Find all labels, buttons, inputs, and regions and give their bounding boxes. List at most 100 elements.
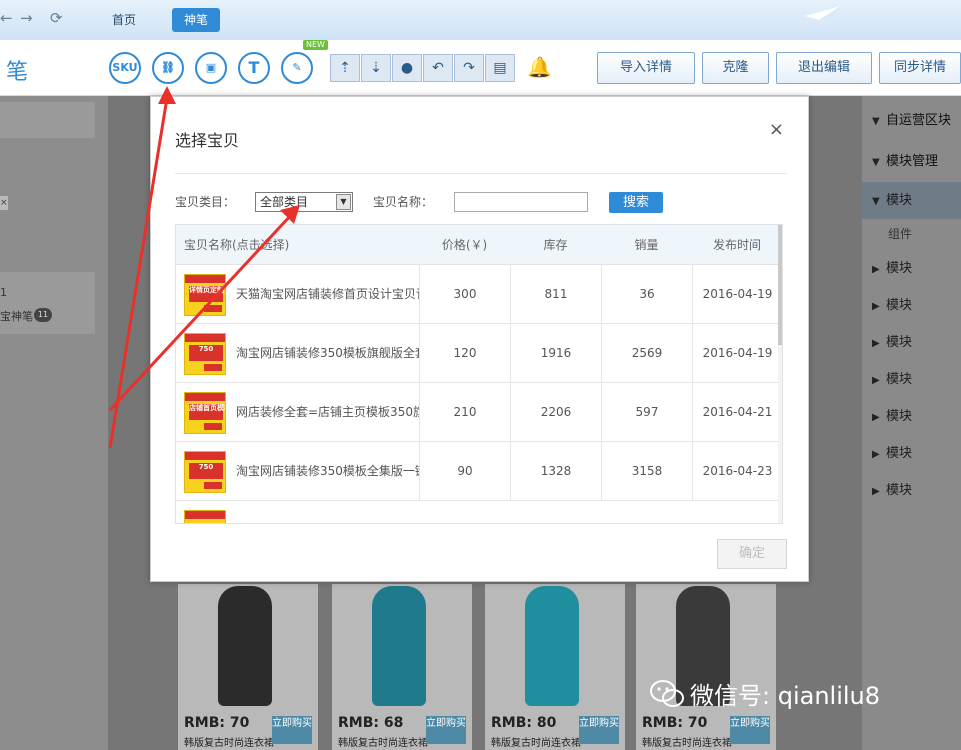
chain-icon[interactable]: ● — [392, 54, 422, 82]
date-cell: 2016-04-21 — [692, 383, 782, 442]
text-icon[interactable]: T — [238, 52, 270, 84]
item-thumbnail: 店铺首页模板 — [184, 392, 226, 434]
product-price: RMB: 70 — [184, 715, 250, 731]
bell-icon[interactable]: 🔔 — [527, 55, 552, 79]
close-icon[interactable]: × — [0, 196, 8, 210]
product-card[interactable]: RMB: 80 韩版复古时尚连衣裙 立即购买 — [485, 584, 625, 750]
table-row[interactable]: 店铺首页模板 网店装修全套=店铺主页模板350旗舰 210 2206 597 2… — [176, 383, 782, 442]
table-row[interactable]: 750 淘宝网店铺装修350模板全集版一键 90 1328 3158 2016-… — [176, 442, 782, 501]
rp-module[interactable]: ▶ 模块 — [862, 398, 961, 435]
category-select[interactable]: 全部类目 ▼ — [255, 192, 353, 212]
sync-details-button[interactable]: 同步详情 — [879, 52, 961, 84]
chevron-down-icon[interactable]: ▼ — [336, 194, 351, 210]
item-name: 天猫淘宝网店铺装修首页设计宝贝详情 — [236, 287, 419, 301]
dialog-title: 选择宝贝 — [175, 131, 240, 150]
buy-now-button[interactable]: 立即购买 — [730, 716, 770, 744]
sales-cell: 2569 — [601, 324, 692, 383]
buy-now-button[interactable]: 立即购买 — [579, 716, 619, 744]
table-row-partial[interactable] — [176, 501, 782, 523]
move-down-icon[interactable]: ⇣ — [361, 54, 391, 82]
table-header: 宝贝名称(点击选择) 价格(￥) 库存 销量 发布时间 — [176, 225, 782, 265]
caret-right-icon: ▶ — [872, 375, 880, 386]
image-icon[interactable]: ▣ — [195, 52, 227, 84]
forward-icon[interactable]: → — [20, 9, 33, 27]
left-panel-item[interactable] — [0, 272, 95, 334]
buy-now-button[interactable]: 立即购买 — [272, 716, 312, 744]
item-name-input[interactable] — [454, 192, 588, 212]
rp-module[interactable]: ▶ 模块 — [862, 250, 961, 287]
sales-cell: 597 — [601, 383, 692, 442]
buy-now-button[interactable]: 立即购买 — [426, 716, 466, 744]
item-name-cell[interactable]: 店铺首页模板 网店装修全套=店铺主页模板350旗舰 — [176, 383, 419, 442]
left-panel-text-2: 宝神笔 — [0, 310, 33, 323]
rp-module[interactable]: ▶ 模块 — [862, 324, 961, 361]
exit-edit-button[interactable]: 退出编辑 — [776, 52, 872, 84]
product-card[interactable]: RMB: 70 韩版复古时尚连衣裙 立即购买 — [636, 584, 776, 750]
tab-home[interactable]: 首页 — [100, 8, 148, 32]
sku-icon[interactable]: SKU — [109, 52, 141, 84]
move-up-icon[interactable]: ⇡ — [330, 54, 360, 82]
ruler-icon[interactable]: ✎ — [281, 52, 313, 84]
item-name-cell[interactable]: 750 淘宝网店铺装修350模板全集版一键 — [176, 442, 419, 501]
clone-button[interactable]: 克隆 — [702, 52, 769, 84]
rp-module[interactable]: ▶ 模块 — [862, 435, 961, 472]
date-cell: 2016-04-19 — [692, 324, 782, 383]
caret-down-icon: ▼ — [872, 116, 880, 127]
category-label: 宝贝类目： — [175, 195, 236, 209]
left-panel: × 1 宝神笔 11 — [0, 96, 108, 750]
item-name-label: 宝贝名称： — [373, 195, 434, 209]
save-icon[interactable]: ▤ — [485, 54, 515, 82]
item-thumbnail: 750 — [184, 333, 226, 375]
stock-cell: 1328 — [510, 442, 601, 501]
col-sales: 销量 — [634, 238, 659, 252]
table-row[interactable]: 750 淘宝网店铺装修350模板旗舰版全套 120 1916 2569 2016… — [176, 324, 782, 383]
table-row[interactable]: 详情页定制 天猫淘宝网店铺装修首页设计宝贝详情 300 811 36 2016-… — [176, 265, 782, 324]
rp-module[interactable]: ▶ 模块 — [862, 287, 961, 324]
refresh-icon[interactable]: ⟳ — [50, 9, 63, 27]
date-cell: 2016-04-23 — [692, 442, 782, 501]
search-button[interactable]: 搜索 — [609, 192, 663, 213]
caret-right-icon: ▶ — [872, 412, 880, 423]
undo-icon[interactable]: ↶ — [423, 54, 453, 82]
item-thumbnail: 750 — [184, 451, 226, 493]
product-price: RMB: 68 — [338, 715, 404, 731]
scrollbar-thumb[interactable] — [778, 225, 782, 345]
stock-cell: 811 — [510, 265, 601, 324]
confirm-button[interactable]: 确定 — [717, 539, 787, 569]
close-icon[interactable]: × — [769, 119, 784, 140]
stock-cell: 2206 — [510, 383, 601, 442]
watermark-text: 微信号: qianlilu8 — [690, 682, 881, 710]
wechat-icon — [650, 679, 684, 707]
product-photo — [372, 586, 426, 706]
item-name-cell[interactable]: 750 淘宝网店铺装修350模板旗舰版全套 — [176, 324, 419, 383]
product-card[interactable]: RMB: 70 韩版复古时尚连衣裙 立即购买 — [178, 584, 318, 750]
link-icon[interactable]: ⛓ — [152, 52, 184, 84]
right-panel: ▼ 自运营区块 ▼ 模块管理 ▼ 模块 组件 ▶ 模块 ▶ 模块 ▶ 模块 ▶ 模块 ▶ 模块 … — [862, 96, 961, 750]
product-card[interactable]: RMB: 68 韩版复古时尚连衣裙 立即购买 — [332, 584, 472, 750]
price-cell: 300 — [419, 265, 510, 324]
date-cell: 2016-04-19 — [692, 265, 782, 324]
sales-cell: 36 — [601, 265, 692, 324]
rp-module-manage[interactable]: ▼ 模块管理 — [862, 143, 961, 180]
rp-module[interactable]: ▶ 模块 — [862, 361, 961, 398]
brand-logo: 笔 — [6, 60, 29, 85]
product-desc: 韩版复古时尚连衣裙 — [491, 738, 581, 749]
rp-component[interactable]: 组件 — [862, 216, 961, 253]
item-name: 淘宝网店铺装修350模板全集版一键 — [236, 464, 419, 478]
rp-module[interactable]: ▶ 模块 — [862, 472, 961, 509]
tab-shenbi[interactable]: 神笔 — [172, 8, 221, 32]
item-name-cell[interactable]: 详情页定制 天猫淘宝网店铺装修首页设计宝贝详情 — [176, 265, 419, 324]
redo-icon[interactable]: ↷ — [454, 54, 484, 82]
back-icon[interactable]: ← — [0, 9, 13, 27]
table-scrollbar[interactable] — [778, 225, 782, 523]
product-price: RMB: 80 — [491, 715, 557, 731]
import-details-button[interactable]: 导入详情 — [597, 52, 695, 84]
rp-module-selected[interactable]: ▼ 模块 — [862, 182, 961, 219]
product-price: RMB: 70 — [642, 715, 708, 731]
item-thumbnail — [184, 510, 226, 523]
item-table: 宝贝名称(点击选择) 价格(￥) 库存 销量 发布时间 详情页定制 天猫淘宝网店… — [175, 224, 783, 524]
caret-right-icon: ▶ — [872, 301, 880, 312]
rp-self-block[interactable]: ▼ 自运营区块 — [862, 102, 961, 139]
price-cell: 210 — [419, 383, 510, 442]
stock-cell: 1916 — [510, 324, 601, 383]
